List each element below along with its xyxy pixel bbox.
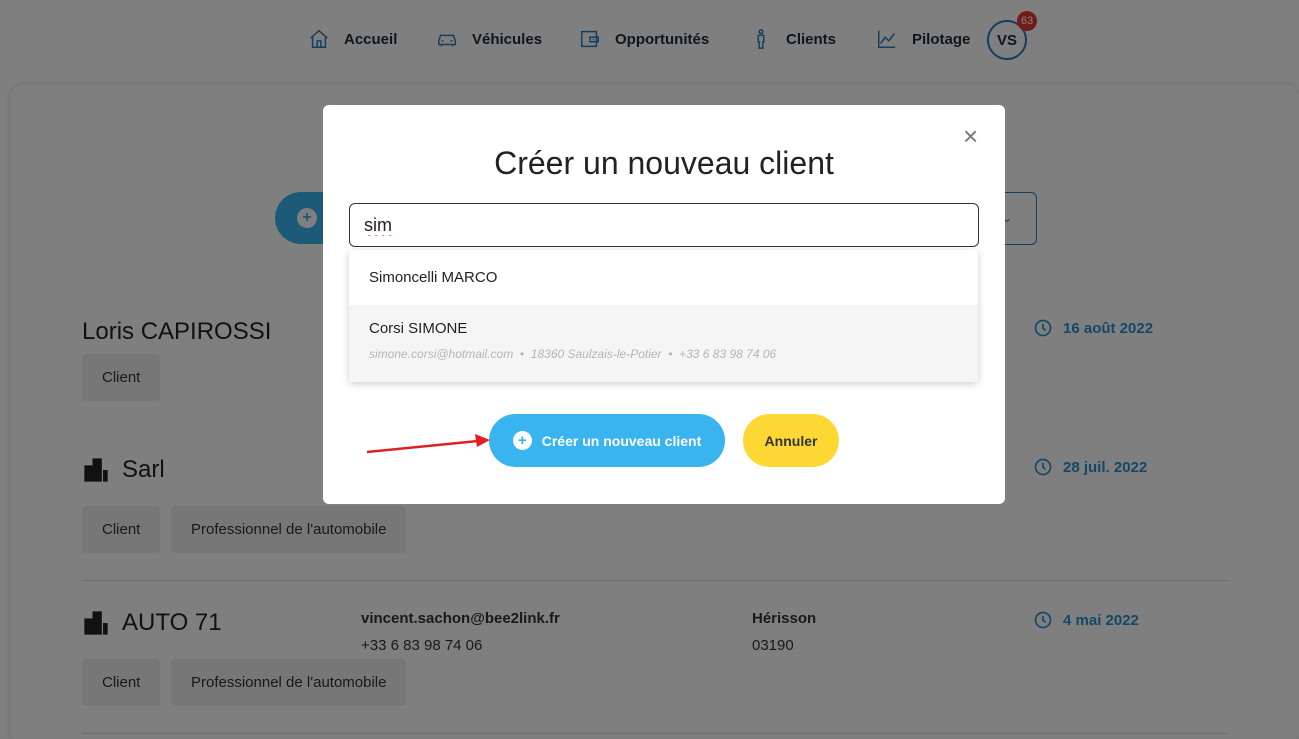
suggestion-item[interactable]: Corsi SIMONE simone.corsi@hotmail.com • … [349,305,978,382]
suggestions-dropdown: Simoncelli MARCO Corsi SIMONE simone.cor… [349,250,978,382]
suggestion-item[interactable]: Simoncelli MARCO [349,250,978,305]
suggestion-details: simone.corsi@hotmail.com • 18360 Saulzai… [369,347,958,361]
client-search-input[interactable] [349,203,979,247]
separator-dot: • [516,347,528,361]
create-client-button[interactable]: + Créer un nouveau client [489,414,725,467]
suggestion-email: simone.corsi@hotmail.com [369,347,514,361]
suggestion-address: 18360 Saulzais-le-Potier [530,347,662,361]
suggestion-name: Simoncelli MARCO [369,269,498,286]
modal-title: Créer un nouveau client [494,145,834,181]
cancel-button[interactable]: Annuler [743,414,839,467]
suggestion-name: Corsi SIMONE [369,320,468,337]
annotation-arrow-icon [366,434,490,454]
separator-dot: • [664,347,676,361]
create-client-label: Créer un nouveau client [541,432,702,449]
suggestion-phone: +33 6 83 98 74 06 [679,347,777,361]
